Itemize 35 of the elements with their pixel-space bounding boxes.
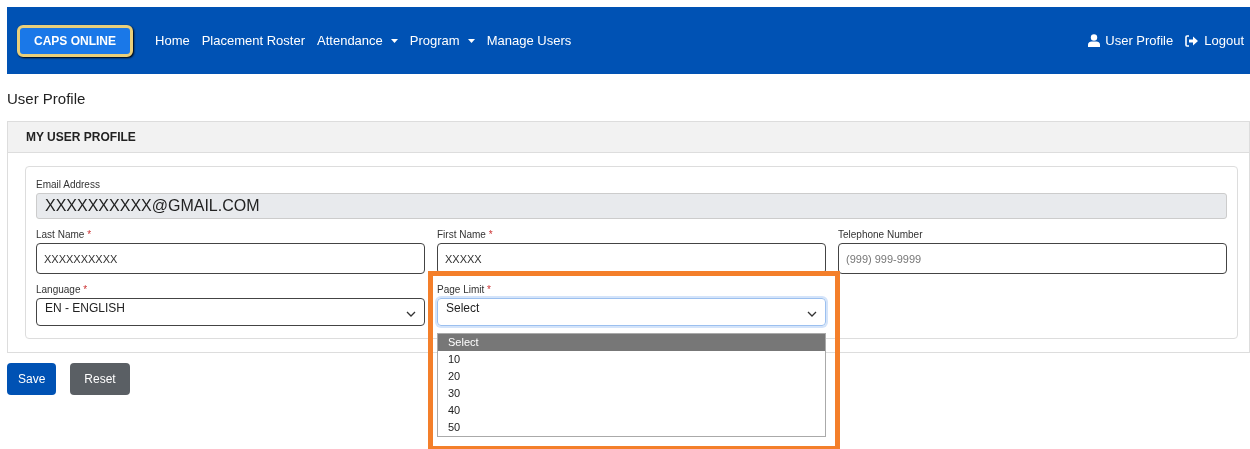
- select-field[interactable]: EN - ENGLISH: [36, 298, 425, 326]
- chevron-down-icon: [807, 311, 817, 317]
- field-label: Page Limit *: [437, 284, 492, 295]
- logout-icon: [1185, 34, 1200, 47]
- nav-link[interactable]: User Profile: [1088, 33, 1174, 48]
- nav-link[interactable]: Home: [155, 33, 190, 48]
- user-icon: [1088, 34, 1101, 47]
- field-label: Language *: [36, 284, 89, 295]
- logo[interactable]: CAPS ONLINE: [17, 24, 133, 57]
- chevron-down-icon: [406, 311, 416, 317]
- nav-link[interactable]: Attendance: [317, 33, 398, 48]
- field-label: First Name *: [437, 229, 494, 240]
- input-field[interactable]: (999) 999-9999: [838, 243, 1227, 274]
- nav-link[interactable]: Placement Roster: [201, 33, 306, 48]
- nav-link[interactable]: Logout: [1185, 33, 1244, 48]
- nav-link[interactable]: Manage Users: [486, 33, 572, 48]
- input-field[interactable]: XXXXXXXXXX: [36, 243, 425, 274]
- dropdown-option[interactable]: 20: [438, 368, 825, 385]
- caret-icon: [467, 38, 475, 43]
- save-button[interactable]: Save: [7, 363, 57, 395]
- page-title: User Profile: [7, 90, 87, 107]
- dropdown-option[interactable]: 30: [438, 385, 825, 402]
- caret-icon: [390, 38, 398, 43]
- email-field[interactable]: XXXXXXXXXX@GMAIL.COM: [36, 193, 1227, 219]
- field-label: Email Address: [36, 179, 101, 190]
- field-label: Last Name *: [36, 229, 93, 240]
- field-label: Telephone Number: [838, 229, 924, 240]
- reset-button[interactable]: Reset: [70, 363, 130, 395]
- card-header: MY USER PROFILE: [8, 122, 1249, 153]
- dropdown-option[interactable]: 40: [438, 402, 825, 419]
- dropdown-option[interactable]: 10: [438, 351, 825, 368]
- dropdown-option[interactable]: Select: [438, 334, 825, 351]
- nav-link[interactable]: Program: [409, 33, 475, 48]
- dropdown-option[interactable]: 50: [438, 419, 825, 436]
- select-field[interactable]: Select: [437, 298, 826, 326]
